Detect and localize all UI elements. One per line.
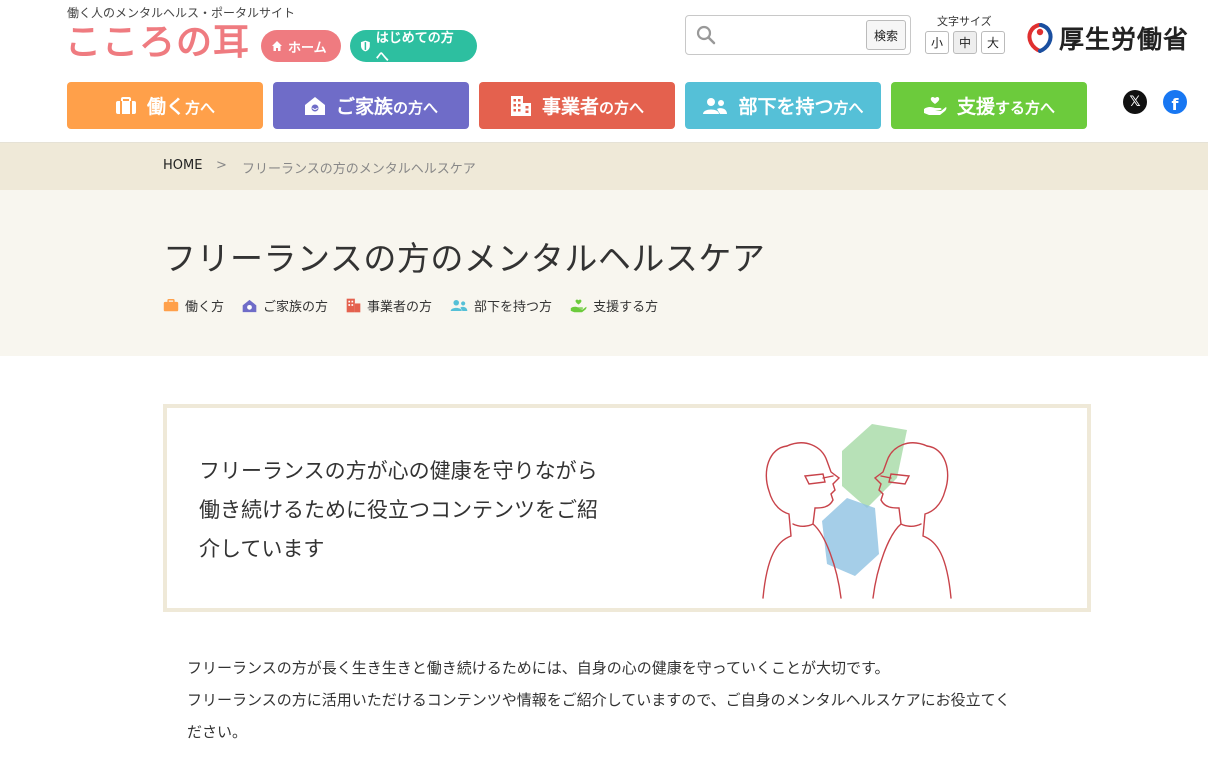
breadcrumb-current: フリーランスの方のメンタルヘルスケア [242, 162, 476, 177]
search-button[interactable]: 検索 [866, 20, 906, 50]
nav-employers-button[interactable]: 事業者の方へ [479, 82, 675, 129]
shield-icon [360, 40, 370, 52]
font-size-label: 文字サイズ [937, 15, 992, 28]
hero-banner: フリーランスの方が心の健康を守りながら 働き続けるために役立つコンテンツをご紹 … [163, 404, 1091, 612]
tag-managers[interactable]: 部下を持つ方 [450, 296, 552, 315]
house-icon [242, 299, 257, 312]
breadcrumb-home-link[interactable]: HOME [163, 158, 202, 173]
building-icon [510, 95, 531, 116]
facebook-share-icon[interactable]: f [1163, 90, 1187, 114]
tag-managers-label: 部下を持つ方 [474, 300, 553, 315]
intro-line: フリーランスの方に活用いただけるコンテンツや情報をご紹介していますので、ご自身の… [187, 691, 1011, 709]
intro-line: ださい。 [187, 723, 248, 741]
building-icon [346, 298, 361, 313]
helping-hand-icon [923, 96, 947, 115]
tag-supporters[interactable]: 支援する方 [570, 296, 658, 315]
nav-employers-sub: の方へ [599, 99, 645, 117]
briefcase-icon [115, 96, 136, 114]
two-faces-illustration [762, 424, 952, 599]
page-title: フリーランスの方のメンタルヘルスケア [163, 239, 766, 278]
helping-hand-icon [570, 299, 587, 312]
nav-supporters-main: 支援 [956, 96, 995, 118]
tag-employers[interactable]: 事業者の方 [346, 296, 432, 315]
ministry-emblem-icon [1027, 23, 1053, 53]
first-time-button-label: はじめての方へ [375, 31, 454, 65]
nav-workers-button[interactable]: 働く方へ [67, 82, 263, 129]
nav-managers-button[interactable]: 部下を持つ方へ [685, 82, 881, 129]
page-title-area: フリーランスの方のメンタルヘルスケア 働く方 ご家族の方 事業者の方 部下を持つ… [0, 190, 1208, 356]
site-tagline: 働く人のメンタルヘルス・ポータルサイト [67, 6, 296, 20]
home-icon [272, 41, 282, 51]
x-share-icon[interactable]: 𝕏 [1123, 90, 1147, 114]
tag-supporters-label: 支援する方 [593, 300, 659, 315]
site-logo[interactable]: こころの耳 [65, 21, 250, 65]
tag-workers[interactable]: 働く方 [163, 296, 224, 315]
nav-family-main: ご家族 [335, 96, 393, 118]
breadcrumb: HOME > フリーランスの方のメンタルヘルスケア [0, 143, 1208, 190]
house-icon [304, 96, 325, 115]
nav-family-sub: の方へ [393, 99, 439, 117]
tag-family[interactable]: ご家族の方 [242, 296, 328, 315]
tag-family-label: ご家族の方 [263, 300, 329, 315]
font-size-large-button[interactable]: 大 [981, 31, 1005, 54]
site-header: 働く人のメンタルヘルス・ポータルサイト こころの耳 ホーム はじめての方へ 検索… [0, 0, 1208, 143]
first-time-button[interactable]: はじめての方へ [350, 30, 477, 65]
nav-workers-main: 働く [146, 96, 185, 118]
font-size-medium-button[interactable]: 中 [953, 31, 977, 54]
search-box: 検索 [685, 15, 911, 55]
intro-text: フリーランスの方が長く生き生きと働き続けるためには、自身の心の健康を守っていくこ… [187, 652, 1077, 748]
home-button-label: ホーム [288, 40, 327, 56]
search-input[interactable] [722, 22, 862, 48]
hero-text: フリーランスの方が心の健康を守りながら 働き続けるために役立つコンテンツをご紹 … [199, 452, 639, 569]
nav-supporters-button[interactable]: 支援する方へ [891, 82, 1087, 129]
nav-employers-main: 事業者 [541, 96, 599, 118]
home-button[interactable]: ホーム [261, 30, 341, 62]
nav-family-button[interactable]: ご家族の方へ [273, 82, 469, 129]
tag-workers-label: 働く方 [185, 300, 225, 315]
search-icon [696, 25, 716, 45]
nav-supporters-sub: する方へ [995, 99, 1056, 117]
briefcase-icon [163, 299, 179, 312]
ministry-logo[interactable]: 厚生労働省 [1025, 20, 1189, 56]
tag-employers-label: 事業者の方 [367, 300, 433, 315]
intro-line: フリーランスの方が長く生き生きと働き続けるためには、自身の心の健康を守っていくこ… [187, 659, 890, 677]
nav-workers-sub: 方へ [185, 99, 216, 117]
hero-line: 働き続けるために役立つコンテンツをご紹 [199, 498, 598, 522]
font-size-small-button[interactable]: 小 [925, 31, 949, 54]
target-audience-tags: 働く方 ご家族の方 事業者の方 部下を持つ方 支援する方 [163, 296, 676, 315]
nav-managers-sub: 方へ [833, 99, 864, 117]
hero-line: 介しています [199, 537, 325, 561]
people-icon [703, 97, 728, 114]
people-icon [450, 299, 468, 312]
nav-managers-main: 部下を持つ [738, 96, 834, 118]
breadcrumb-separator: > [216, 158, 227, 173]
hero-line: フリーランスの方が心の健康を守りながら [199, 459, 598, 483]
ministry-name: 厚生労働省 [1059, 25, 1190, 54]
